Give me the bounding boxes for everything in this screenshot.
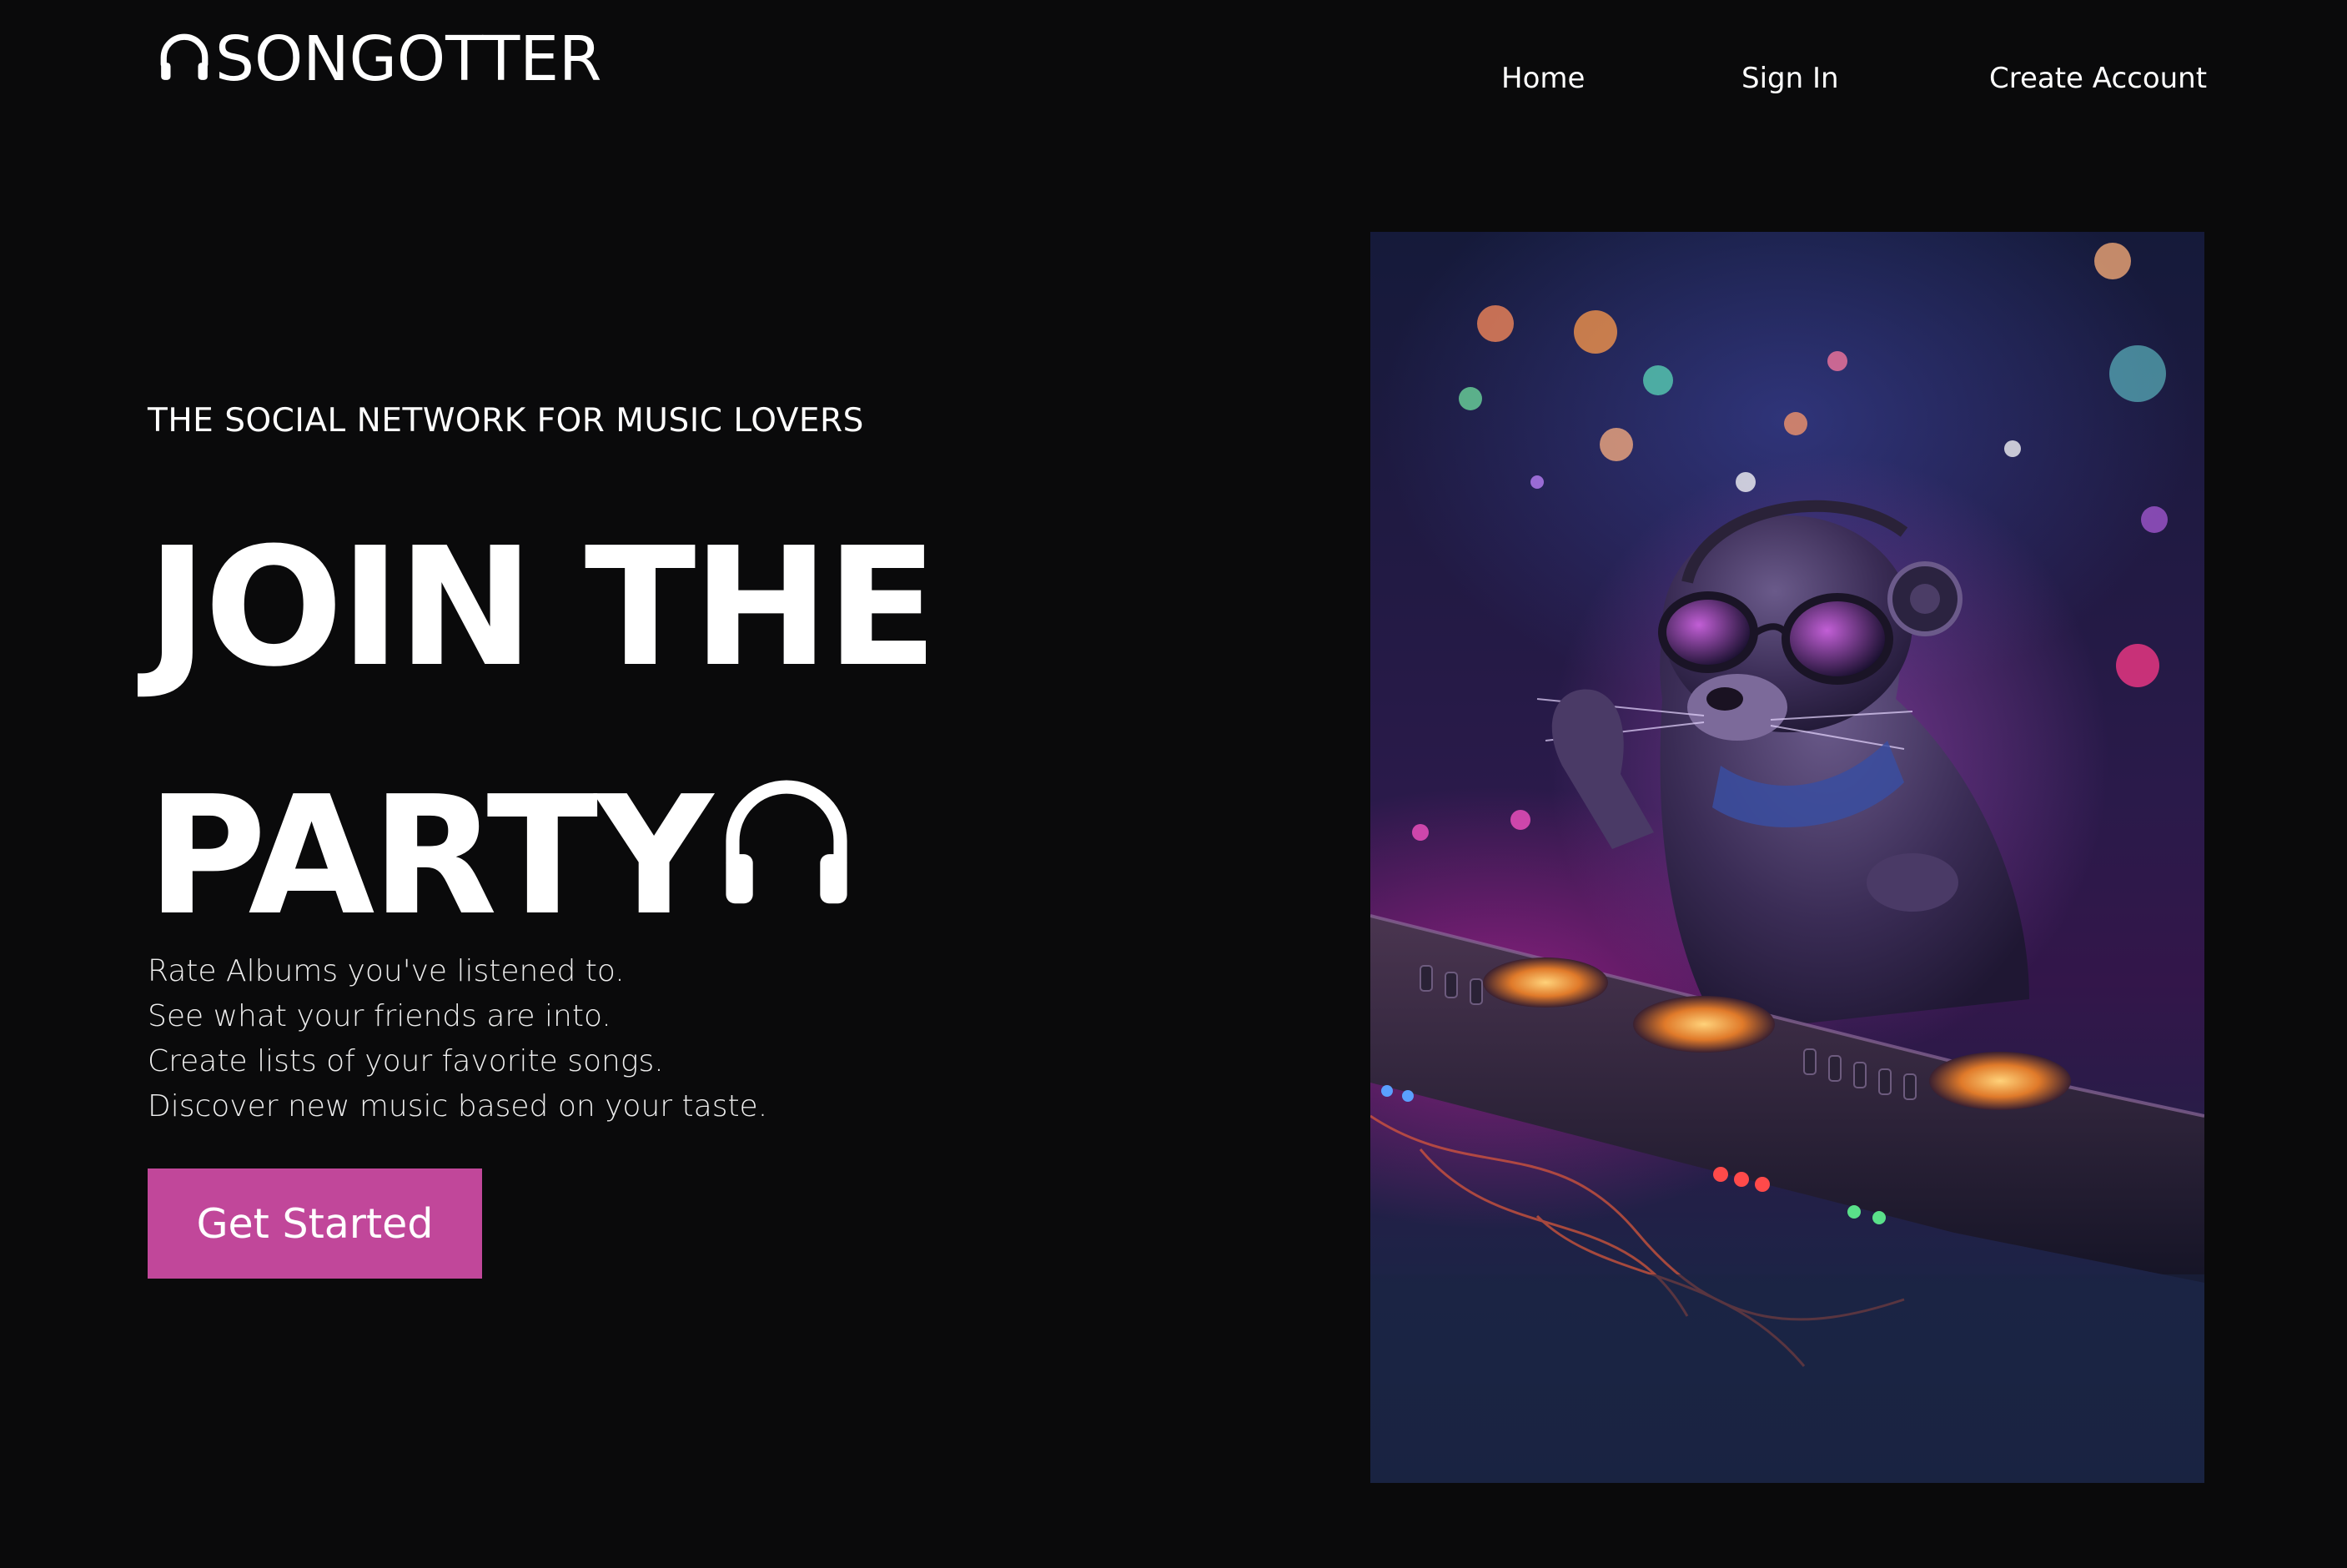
feature-item: Rate Albums you've listened to. — [148, 954, 625, 988]
headline-line-2: PARTY — [147, 732, 934, 981]
get-started-button[interactable]: Get Started — [148, 1168, 482, 1279]
headline-party-text: PARTY — [147, 761, 713, 952]
feature-item: Create lists of your favorite songs. — [148, 1044, 664, 1078]
hero-headline: JOIN THE PARTY — [147, 484, 937, 981]
headline-line-1: JOIN THE — [147, 513, 937, 703]
feature-list: Rate Albums you've listened to. See what… — [148, 949, 767, 1129]
hero-eyebrow: THE SOCIAL NETWORK FOR MUSIC LOVERS — [148, 402, 864, 440]
top-nav: Home Sign In Create Account — [0, 60, 2347, 102]
nav-sign-in-link[interactable]: Sign In — [1741, 60, 1839, 97]
landing-page: SONGOTTER Home Sign In Create Account TH… — [0, 0, 2347, 1568]
nav-create-account-link[interactable]: Create Account — [1989, 60, 2207, 97]
nav-home-link[interactable]: Home — [1501, 60, 1585, 97]
feature-item: Discover new music based on your taste. — [148, 1089, 768, 1123]
otter-dj-illustration — [1370, 232, 2204, 1483]
headphones-icon — [710, 732, 858, 981]
feature-item: See what your friends are into. — [148, 999, 611, 1033]
